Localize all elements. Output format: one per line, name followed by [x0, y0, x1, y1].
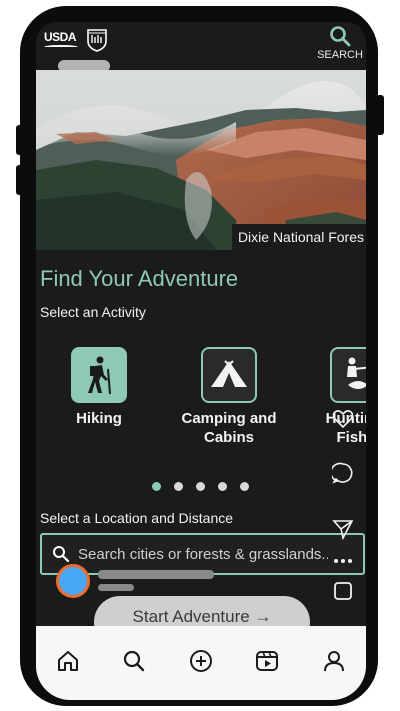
location-section-label: Select a Location and Distance — [40, 510, 234, 526]
profile-icon — [324, 651, 344, 672]
home-icon — [58, 651, 78, 671]
heart-icon[interactable] — [332, 408, 354, 430]
carousel-dot[interactable] — [240, 482, 249, 491]
more-icon[interactable] — [332, 550, 354, 572]
activity-camping-tile — [201, 347, 257, 403]
hunter-fish-icon — [347, 357, 366, 389]
nav-reels[interactable] — [252, 646, 282, 676]
activity-hiking-label-line1: Hiking — [76, 410, 122, 427]
add-icon — [190, 650, 212, 672]
location-search-box — [40, 533, 365, 575]
hero-caption: Dixie National Fores — [231, 224, 366, 250]
share-icon[interactable] — [332, 518, 354, 540]
activity-hunting-tile — [330, 347, 366, 403]
nav-home[interactable] — [53, 646, 83, 676]
nav-create[interactable] — [186, 646, 216, 676]
search-icon — [53, 546, 70, 563]
activity-camping-label-line1: Camping and — [181, 410, 277, 427]
volume-up-button — [16, 125, 24, 155]
usda-logo-text: USDA — [44, 30, 77, 44]
activity-hiking[interactable]: Hiking — [44, 347, 154, 428]
comment-icon[interactable] — [332, 462, 354, 484]
carousel-dot-active[interactable] — [152, 482, 161, 491]
username-placeholder-bar — [98, 570, 214, 579]
nav-profile[interactable] — [319, 646, 349, 676]
app-screen: USDA SEARCH Dixie National Fores Find Yo… — [36, 22, 366, 700]
save-icon[interactable] — [332, 580, 354, 602]
search-icon — [123, 650, 145, 672]
activity-hunting-label-line2: Fishi — [336, 429, 366, 446]
hero-image: Dixie National Fores — [36, 70, 366, 250]
activity-camping-label: Camping and Cabins — [174, 409, 284, 447]
search-label: SEARCH — [317, 49, 363, 61]
location-search-input[interactable] — [78, 541, 328, 567]
reels-icon — [256, 651, 278, 671]
hiker-icon — [88, 356, 111, 395]
carousel-dot[interactable] — [218, 482, 227, 491]
caption-placeholder-bar — [98, 584, 134, 591]
bottom-navigation — [36, 626, 366, 700]
activity-section-label: Select an Activity — [40, 304, 146, 320]
page-title: Find Your Adventure — [40, 266, 239, 291]
app-header: USDA SEARCH — [36, 22, 366, 72]
activity-hiking-tile — [71, 347, 127, 403]
forest-service-shield-icon — [87, 29, 107, 52]
activity-hiking-label: Hiking — [44, 409, 154, 428]
hero-landscape-image — [36, 70, 366, 250]
power-button — [376, 95, 384, 135]
avatar[interactable] — [56, 564, 90, 598]
tent-icon — [211, 360, 247, 387]
usda-swoosh — [44, 45, 78, 49]
nav-search[interactable] — [119, 646, 149, 676]
volume-down-button — [16, 165, 24, 195]
header-search-button[interactable]: SEARCH — [316, 25, 364, 61]
carousel-dot[interactable] — [174, 482, 183, 491]
carousel-dot[interactable] — [196, 482, 205, 491]
activity-camping-label-line2: Cabins — [203, 429, 254, 446]
usda-logo: USDA — [44, 30, 78, 52]
search-icon — [330, 26, 351, 47]
activity-hunting[interactable]: Hunting Fishi — [314, 347, 366, 447]
activity-camping[interactable]: Camping and Cabins — [174, 347, 284, 447]
